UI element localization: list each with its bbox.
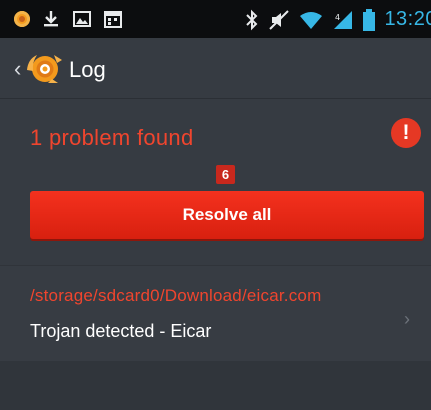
bluetooth-icon xyxy=(246,9,258,30)
resolve-all-button[interactable]: Resolve all xyxy=(30,191,424,239)
step-badge: 6 xyxy=(216,165,235,184)
image-icon xyxy=(73,11,91,27)
problem-summary: 1 problem found xyxy=(30,125,194,150)
alert-icon: ! xyxy=(391,118,421,148)
svg-text:4: 4 xyxy=(335,13,340,22)
empty-list-area xyxy=(0,361,431,410)
mute-icon xyxy=(269,9,290,30)
threat-file-path: /storage/sdcard0/Download/eicar.com xyxy=(30,286,322,305)
battery-icon xyxy=(363,8,376,31)
avast-logo-icon[interactable] xyxy=(24,50,66,86)
back-chevron-icon[interactable]: ‹ xyxy=(14,58,21,80)
chevron-right-icon[interactable]: › xyxy=(404,309,410,330)
page-title: Log xyxy=(69,57,106,82)
status-bar-left-icons xyxy=(14,9,134,29)
status-bar-right-icons: 4 13:20 xyxy=(245,8,431,31)
avast-notification-icon xyxy=(14,11,30,27)
status-time: 13:20 xyxy=(384,8,431,30)
status-bar: 4 13:20 xyxy=(0,0,431,38)
signal-icon: 4 xyxy=(334,10,353,29)
list-item[interactable]: /storage/sdcard0/Download/eicar.com Troj… xyxy=(0,265,431,362)
screen: 4 13:20 ‹ Log 1 problem found ! 6 Resolv… xyxy=(0,0,431,410)
download-icon xyxy=(44,11,58,27)
wifi-icon xyxy=(300,11,323,29)
calendar-icon xyxy=(104,11,122,28)
action-bar[interactable]: ‹ Log xyxy=(0,38,431,99)
threat-description: Trojan detected - Eicar xyxy=(30,321,212,341)
